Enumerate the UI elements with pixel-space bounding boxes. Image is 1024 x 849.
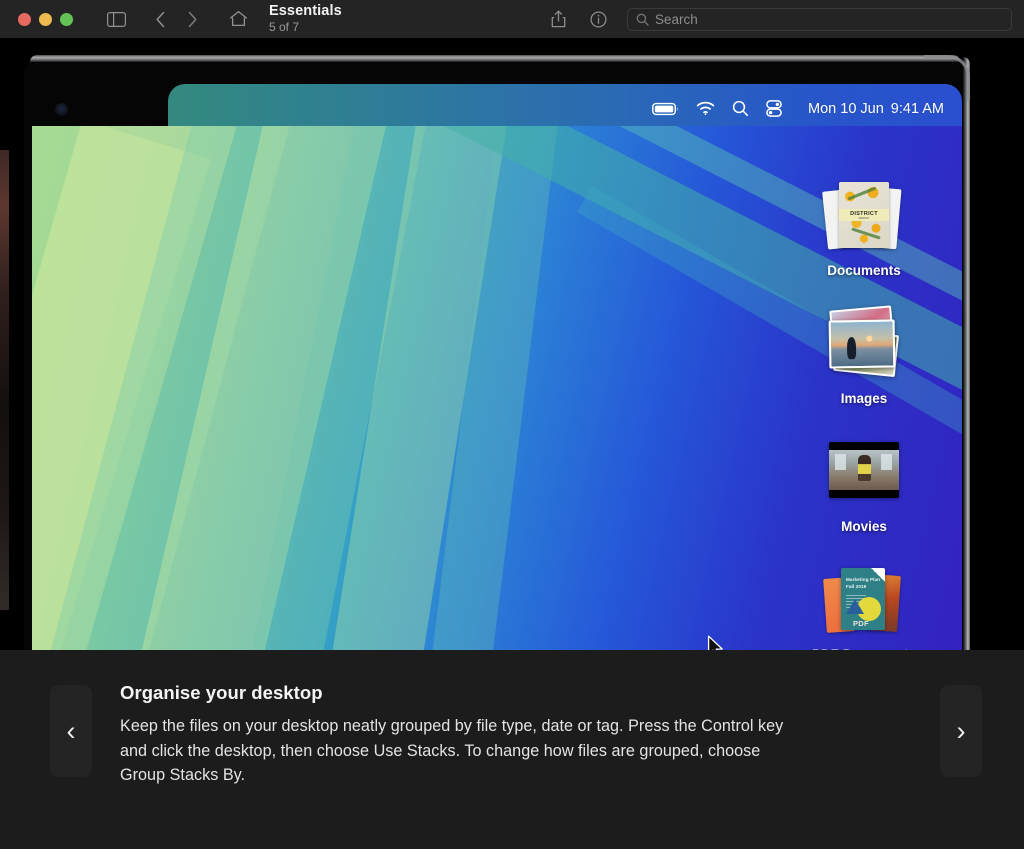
zoom-button[interactable] — [60, 12, 73, 26]
minimize-button[interactable] — [39, 12, 52, 26]
pdf-badge: PDF — [853, 619, 869, 628]
back-button[interactable] — [145, 6, 175, 32]
search-input[interactable] — [655, 11, 1003, 27]
stack-images[interactable]: Images — [799, 305, 929, 406]
tip-body: Keep the files on your desktop neatly gr… — [120, 717, 784, 785]
previous-slide-sliver — [0, 150, 9, 610]
share-icon[interactable] — [543, 6, 573, 32]
window-toolbar: Essentials 5 of 7 — [0, 0, 1024, 38]
menu-bar-clock[interactable]: Mon 10 Jun 9:41 AM — [808, 101, 944, 117]
traffic-lights — [18, 12, 73, 26]
device-screen: Mon 10 Jun 9:41 AM DISTRICT MARKET Docum… — [32, 84, 962, 650]
pdf-stack-icon: Marketing Plan Fall 2019 PDF — [821, 562, 907, 638]
movies-stack-icon — [821, 434, 907, 510]
stack-documents[interactable]: DISTRICT MARKET Documents — [799, 178, 929, 278]
menu-bar-date: Mon 10 Jun — [808, 100, 884, 117]
control-center-icon[interactable] — [766, 100, 782, 117]
stack-movies[interactable]: Movies — [799, 434, 929, 534]
toolbar-right — [543, 6, 1012, 32]
info-circle-icon[interactable] — [583, 6, 613, 32]
forward-button[interactable] — [177, 6, 207, 32]
title-block: Essentials 5 of 7 — [269, 3, 342, 35]
tip-text-block: Organise your desktop Keep the files on … — [120, 682, 788, 788]
search-icon — [636, 13, 649, 26]
images-stack-icon — [821, 305, 907, 382]
tip-media-stage: Mon 10 Jun 9:41 AM DISTRICT MARKET Docum… — [0, 38, 1024, 650]
sidebar-icon[interactable] — [101, 6, 131, 32]
previous-tip-button[interactable]: ‹ — [50, 685, 92, 777]
page-counter: 5 of 7 — [269, 20, 300, 35]
arrow-cursor-icon — [707, 635, 724, 650]
stack-doc-sublabel: MARKET — [858, 216, 870, 220]
menu-bar-time: 9:41 AM — [890, 100, 944, 117]
menu-bar-status-items: Mon 10 Jun 9:41 AM — [652, 100, 944, 117]
stack-label: Images — [840, 391, 888, 406]
wifi-icon[interactable] — [696, 101, 715, 116]
macbook-device-mockup: Mon 10 Jun 9:41 AM DISTRICT MARKET Docum… — [24, 55, 970, 650]
desktop-stacks: DISTRICT MARKET Documents Images Movies … — [794, 178, 934, 650]
device-right-edge — [963, 57, 970, 650]
battery-icon[interactable] — [652, 102, 679, 116]
page-title: Essentials — [269, 3, 342, 20]
documents-stack-icon: DISTRICT MARKET — [821, 178, 907, 254]
pdf-doc-title: Marketing Plan Fall 2019 — [846, 577, 881, 589]
stack-label: Documents — [827, 263, 901, 278]
tip-caption-panel: ‹ Organise your desktop Keep the files o… — [0, 650, 1024, 849]
stack-label: PDF Documents — [812, 647, 916, 650]
stack-label: Movies — [841, 519, 887, 534]
close-button[interactable] — [18, 12, 31, 26]
tips-window: Essentials 5 of 7 Search Mon 10 Jun 9:41… — [0, 0, 1024, 849]
device-top-edge — [30, 55, 960, 62]
next-tip-button[interactable]: › — [940, 685, 982, 777]
search-icon[interactable] — [732, 100, 749, 117]
home-icon[interactable] — [223, 6, 253, 32]
tip-title: Organise your desktop — [120, 682, 323, 703]
stack-pdf-documents[interactable]: Marketing Plan Fall 2019 PDF PDF Docume — [799, 562, 929, 650]
desktop-wallpaper: DISTRICT MARKET Documents Images Movies … — [32, 126, 962, 650]
search-field[interactable] — [627, 7, 1012, 31]
